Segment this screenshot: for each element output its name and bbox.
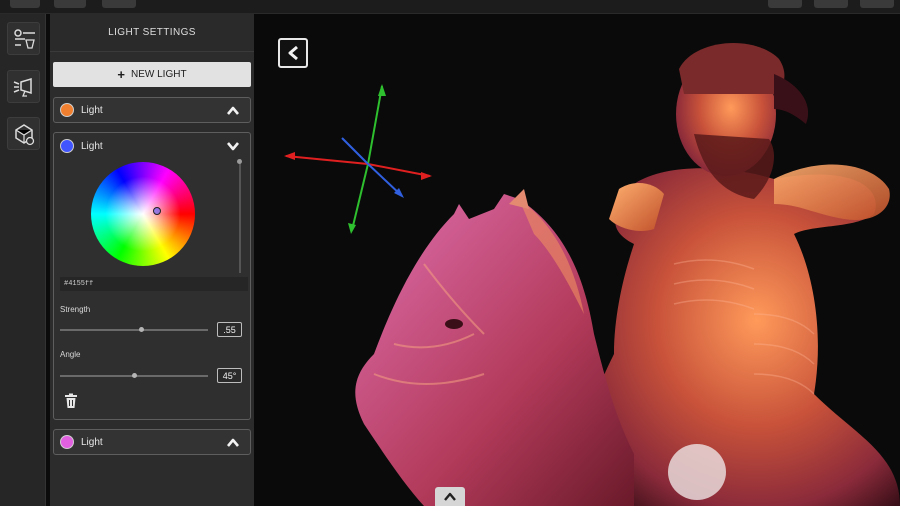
light-color-swatch[interactable] [60, 435, 74, 449]
chevron-up-icon[interactable] [226, 104, 240, 116]
new-light-button[interactable]: + NEW LIGHT [53, 62, 251, 87]
strength-label: Strength [60, 305, 91, 314]
light-item-2-header[interactable]: Light [54, 133, 250, 159]
chevron-down-icon[interactable] [226, 140, 240, 152]
toolbar-button-3[interactable] [102, 0, 136, 8]
angle-label: Angle [60, 350, 81, 359]
color-wheel[interactable] [91, 162, 195, 266]
toolbar-button-5[interactable] [814, 0, 848, 8]
chevron-up-icon [444, 492, 456, 501]
environment-tool-button[interactable] [7, 117, 40, 150]
light-label: Light [81, 436, 103, 448]
strength-slider[interactable] [60, 329, 208, 331]
panel-title: LIGHT SETTINGS [108, 27, 196, 38]
light-color-swatch[interactable] [60, 103, 74, 117]
angle-slider-knob[interactable] [131, 373, 137, 378]
3d-viewport[interactable] [254, 14, 900, 506]
chevron-up-icon[interactable] [226, 436, 240, 448]
spotlight-icon [13, 77, 32, 97]
bottom-drawer-toggle[interactable] [435, 487, 465, 506]
trash-icon[interactable] [64, 393, 78, 409]
light-settings-icon [13, 28, 35, 49]
toolbar-button-4[interactable] [768, 0, 802, 8]
toolbar-button-1[interactable] [10, 0, 40, 8]
light-label: Light [81, 140, 103, 152]
panel-scrollbar[interactable] [239, 159, 241, 273]
light-position-handle-icon[interactable] [668, 444, 726, 500]
light-label: Light [81, 104, 103, 116]
transform-gizmo-icon[interactable] [280, 80, 460, 240]
light-item-3[interactable]: Light [53, 429, 251, 455]
light-settings-panel: LIGHT SETTINGS + NEW LIGHT Light Light S… [50, 14, 254, 506]
strength-value-input[interactable]: .55 [217, 322, 242, 337]
angle-value-input[interactable]: 45° [217, 368, 242, 383]
chevron-left-icon [288, 45, 298, 61]
light-settings-tool-button[interactable] [7, 22, 40, 55]
light-color-swatch[interactable] [60, 139, 74, 153]
spotlight-tool-button[interactable] [7, 70, 40, 103]
strength-slider-knob[interactable] [138, 327, 144, 332]
toolbar-button-6[interactable] [860, 0, 894, 8]
color-picker-handle[interactable] [153, 207, 161, 215]
panel-scrollbar-thumb[interactable] [237, 159, 242, 164]
hex-color-input[interactable] [60, 277, 248, 291]
new-light-label: NEW LIGHT [131, 69, 187, 80]
top-toolbar [0, 0, 900, 14]
back-button[interactable] [278, 38, 308, 68]
panel-header: LIGHT SETTINGS [50, 14, 254, 52]
tool-rail [0, 14, 46, 506]
light-item-1[interactable]: Light [53, 97, 251, 123]
environment-icon [14, 123, 34, 145]
toolbar-button-2[interactable] [54, 0, 86, 8]
light-item-2-expanded: Light Strength .55 Angle 45° [53, 132, 251, 420]
plus-icon: + [117, 67, 126, 82]
